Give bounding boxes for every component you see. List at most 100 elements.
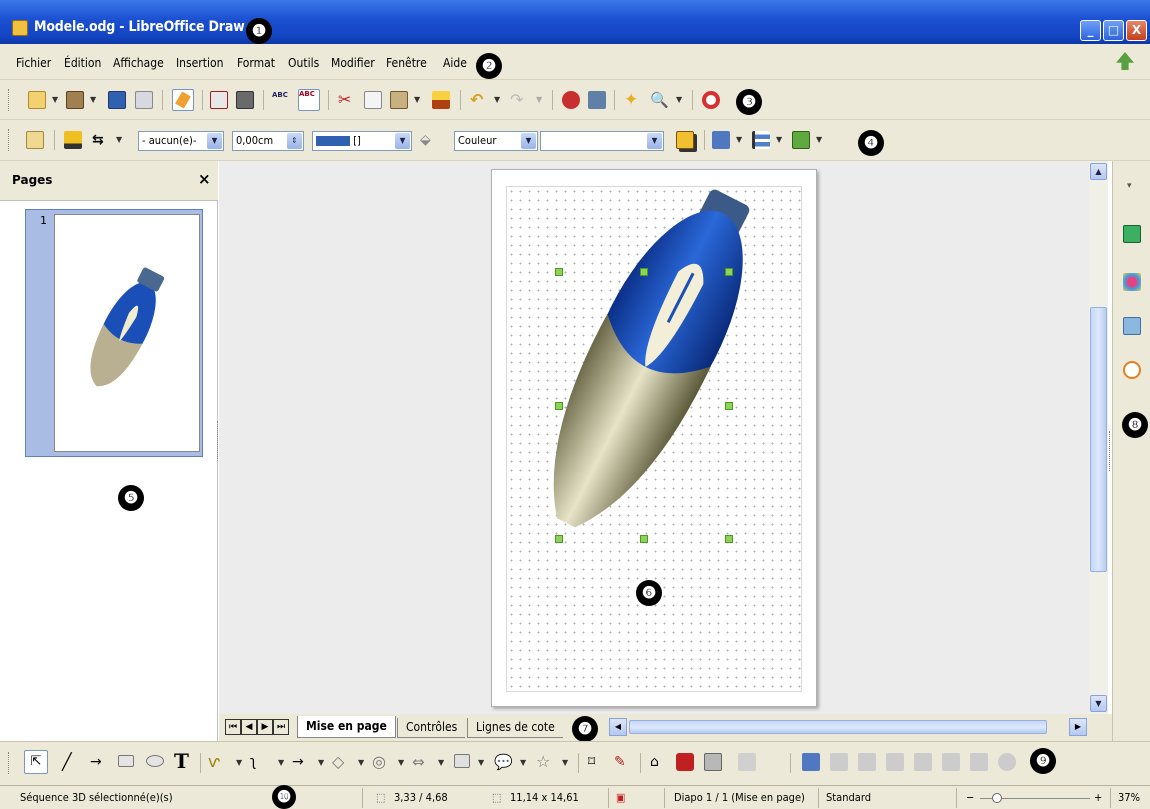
rotate-tb-icon[interactable] xyxy=(802,753,820,771)
zoom-slider-thumb[interactable] xyxy=(992,793,1002,803)
modified-icon[interactable]: ▣ xyxy=(616,791,625,804)
line-color-select[interactable]: [] ▼ xyxy=(312,131,412,151)
lines-arrows-icon[interactable]: → xyxy=(292,753,310,771)
arrow-style-icon[interactable]: ⇆ xyxy=(92,131,110,149)
chevron-down-icon[interactable]: ▼ xyxy=(414,95,420,104)
redo-icon[interactable]: ↷ xyxy=(510,91,528,109)
tilt-icon[interactable] xyxy=(886,753,904,771)
close-button[interactable]: X xyxy=(1126,20,1147,41)
last-tab-icon[interactable]: ⏭ xyxy=(273,719,289,735)
menu-aide[interactable]: Aide xyxy=(443,56,467,70)
star-icon[interactable]: ☆ xyxy=(536,753,554,771)
help-icon[interactable] xyxy=(702,91,720,109)
shadow-icon[interactable] xyxy=(676,131,694,149)
selection-handle[interactable] xyxy=(640,268,648,276)
area-fill-select[interactable]: ▼ xyxy=(540,131,664,151)
zoom-out-button[interactable]: − xyxy=(966,791,974,804)
cut-icon[interactable]: ✂ xyxy=(338,91,356,109)
from-file-icon[interactable] xyxy=(676,753,694,771)
chevron-down-icon[interactable]: ▼ xyxy=(478,758,484,767)
gallery-icon[interactable]: ✦ xyxy=(624,91,642,109)
chevron-down-icon[interactable]: ▼ xyxy=(116,135,122,144)
selection-handle[interactable] xyxy=(555,402,563,410)
close-icon[interactable]: × xyxy=(198,170,211,188)
direction-icon[interactable] xyxy=(942,753,960,771)
chevron-down-icon[interactable]: ▼ xyxy=(776,135,782,144)
menu-outils[interactable]: Outils xyxy=(288,56,319,70)
surface-icon[interactable] xyxy=(998,753,1016,771)
menu-affichage[interactable]: Affichage xyxy=(113,56,164,70)
line-icon[interactable] xyxy=(64,131,82,149)
scroll-up-arrow[interactable]: ▲ xyxy=(1090,163,1107,180)
toolbar-grip[interactable] xyxy=(8,752,11,774)
styles-icon[interactable] xyxy=(1123,273,1141,291)
menu-modifier[interactable]: Modifier xyxy=(331,56,375,70)
chevron-down-icon[interactable]: ▼ xyxy=(816,135,822,144)
depth-icon[interactable] xyxy=(914,753,932,771)
toggle-extrusion-icon[interactable] xyxy=(858,753,876,771)
symbol-shapes-icon[interactable]: ◎ xyxy=(372,753,390,771)
text-icon[interactable]: T xyxy=(174,750,192,772)
zoom-level[interactable]: 37% xyxy=(1118,791,1140,804)
horizontal-scroll-thumb[interactable] xyxy=(629,720,1047,734)
navigator-icon[interactable] xyxy=(1123,361,1141,379)
autospell-icon[interactable]: ABC xyxy=(298,89,320,111)
chevron-down-icon[interactable]: ▼ xyxy=(236,758,242,767)
clone-format-icon[interactable] xyxy=(432,91,450,109)
chevron-down-icon[interactable]: ▼ xyxy=(278,758,284,767)
connector-icon[interactable]: ʅ xyxy=(250,753,268,771)
arrow-line-icon[interactable]: → xyxy=(90,753,108,771)
maximize-button[interactable]: □ xyxy=(1103,20,1124,41)
chevron-down-icon[interactable]: ▼ xyxy=(536,95,542,104)
flowchart-icon[interactable] xyxy=(454,754,470,768)
chevron-down-icon[interactable]: ▼ xyxy=(494,95,500,104)
first-tab-icon[interactable]: ⏮ xyxy=(225,719,241,735)
ellipse-icon[interactable] xyxy=(146,755,164,767)
basic-shapes-icon[interactable]: ◇ xyxy=(332,753,350,771)
styles-icon[interactable] xyxy=(26,131,44,149)
scroll-left-arrow[interactable]: ◀ xyxy=(609,718,627,736)
chevron-down-icon[interactable]: ▼ xyxy=(676,95,682,104)
scroll-down-arrow[interactable]: ▼ xyxy=(1090,695,1107,712)
toolbar-grip[interactable] xyxy=(8,129,11,151)
selection-handle[interactable] xyxy=(555,535,563,543)
sidebar-menu-icon[interactable]: ▾ xyxy=(1127,181,1132,191)
gallery-icon[interactable] xyxy=(1123,317,1141,335)
rotate-icon[interactable] xyxy=(712,131,730,149)
chevron-down-icon[interactable]: ▼ xyxy=(562,758,568,767)
rectangle-icon[interactable] xyxy=(118,755,134,767)
copy-icon[interactable] xyxy=(364,91,382,109)
chevron-down-icon[interactable]: ▼ xyxy=(736,135,742,144)
chevron-down-icon[interactable]: ▼ xyxy=(398,758,404,767)
properties-icon[interactable] xyxy=(1123,225,1141,243)
zoom-icon[interactable]: 🔍 xyxy=(650,91,669,109)
email-icon[interactable] xyxy=(135,91,153,109)
save-icon[interactable] xyxy=(108,91,126,109)
splitter-handle[interactable] xyxy=(1109,431,1112,471)
menu-format[interactable]: Format xyxy=(237,56,275,70)
selection-handle[interactable] xyxy=(640,535,648,543)
selection-handle[interactable] xyxy=(555,268,563,276)
curve-icon[interactable]: ⱱ xyxy=(208,753,226,771)
chevron-down-icon[interactable]: ▼ xyxy=(438,758,444,767)
chart-icon[interactable] xyxy=(562,91,580,109)
scroll-right-arrow[interactable]: ▶ xyxy=(1069,718,1087,736)
selection-handle[interactable] xyxy=(725,535,733,543)
menu-fichier[interactable]: Fichier xyxy=(16,56,51,70)
toolbar-grip[interactable] xyxy=(8,89,11,111)
area-style-select[interactable]: Couleur ▼ xyxy=(454,131,538,151)
lighting-icon[interactable] xyxy=(970,753,988,771)
edit-file-icon[interactable] xyxy=(172,89,194,111)
export-pdf-icon[interactable] xyxy=(210,91,228,109)
undo-icon[interactable]: ↶ xyxy=(470,91,488,109)
prev-tab-icon[interactable]: ◀ xyxy=(241,719,257,735)
select-icon[interactable]: ⇱ xyxy=(24,750,48,774)
drawing-canvas[interactable] xyxy=(219,161,1089,714)
update-icon[interactable] xyxy=(1116,52,1134,70)
zoom-in-button[interactable]: + xyxy=(1094,791,1102,804)
arrow-style-select[interactable]: - aucun(e)- ▼ xyxy=(138,131,224,151)
chevron-down-icon[interactable]: ▼ xyxy=(52,95,58,104)
extrusion-icon[interactable] xyxy=(738,753,756,771)
interaction-icon[interactable] xyxy=(588,91,606,109)
spellcheck-icon[interactable]: ABC xyxy=(272,91,290,109)
